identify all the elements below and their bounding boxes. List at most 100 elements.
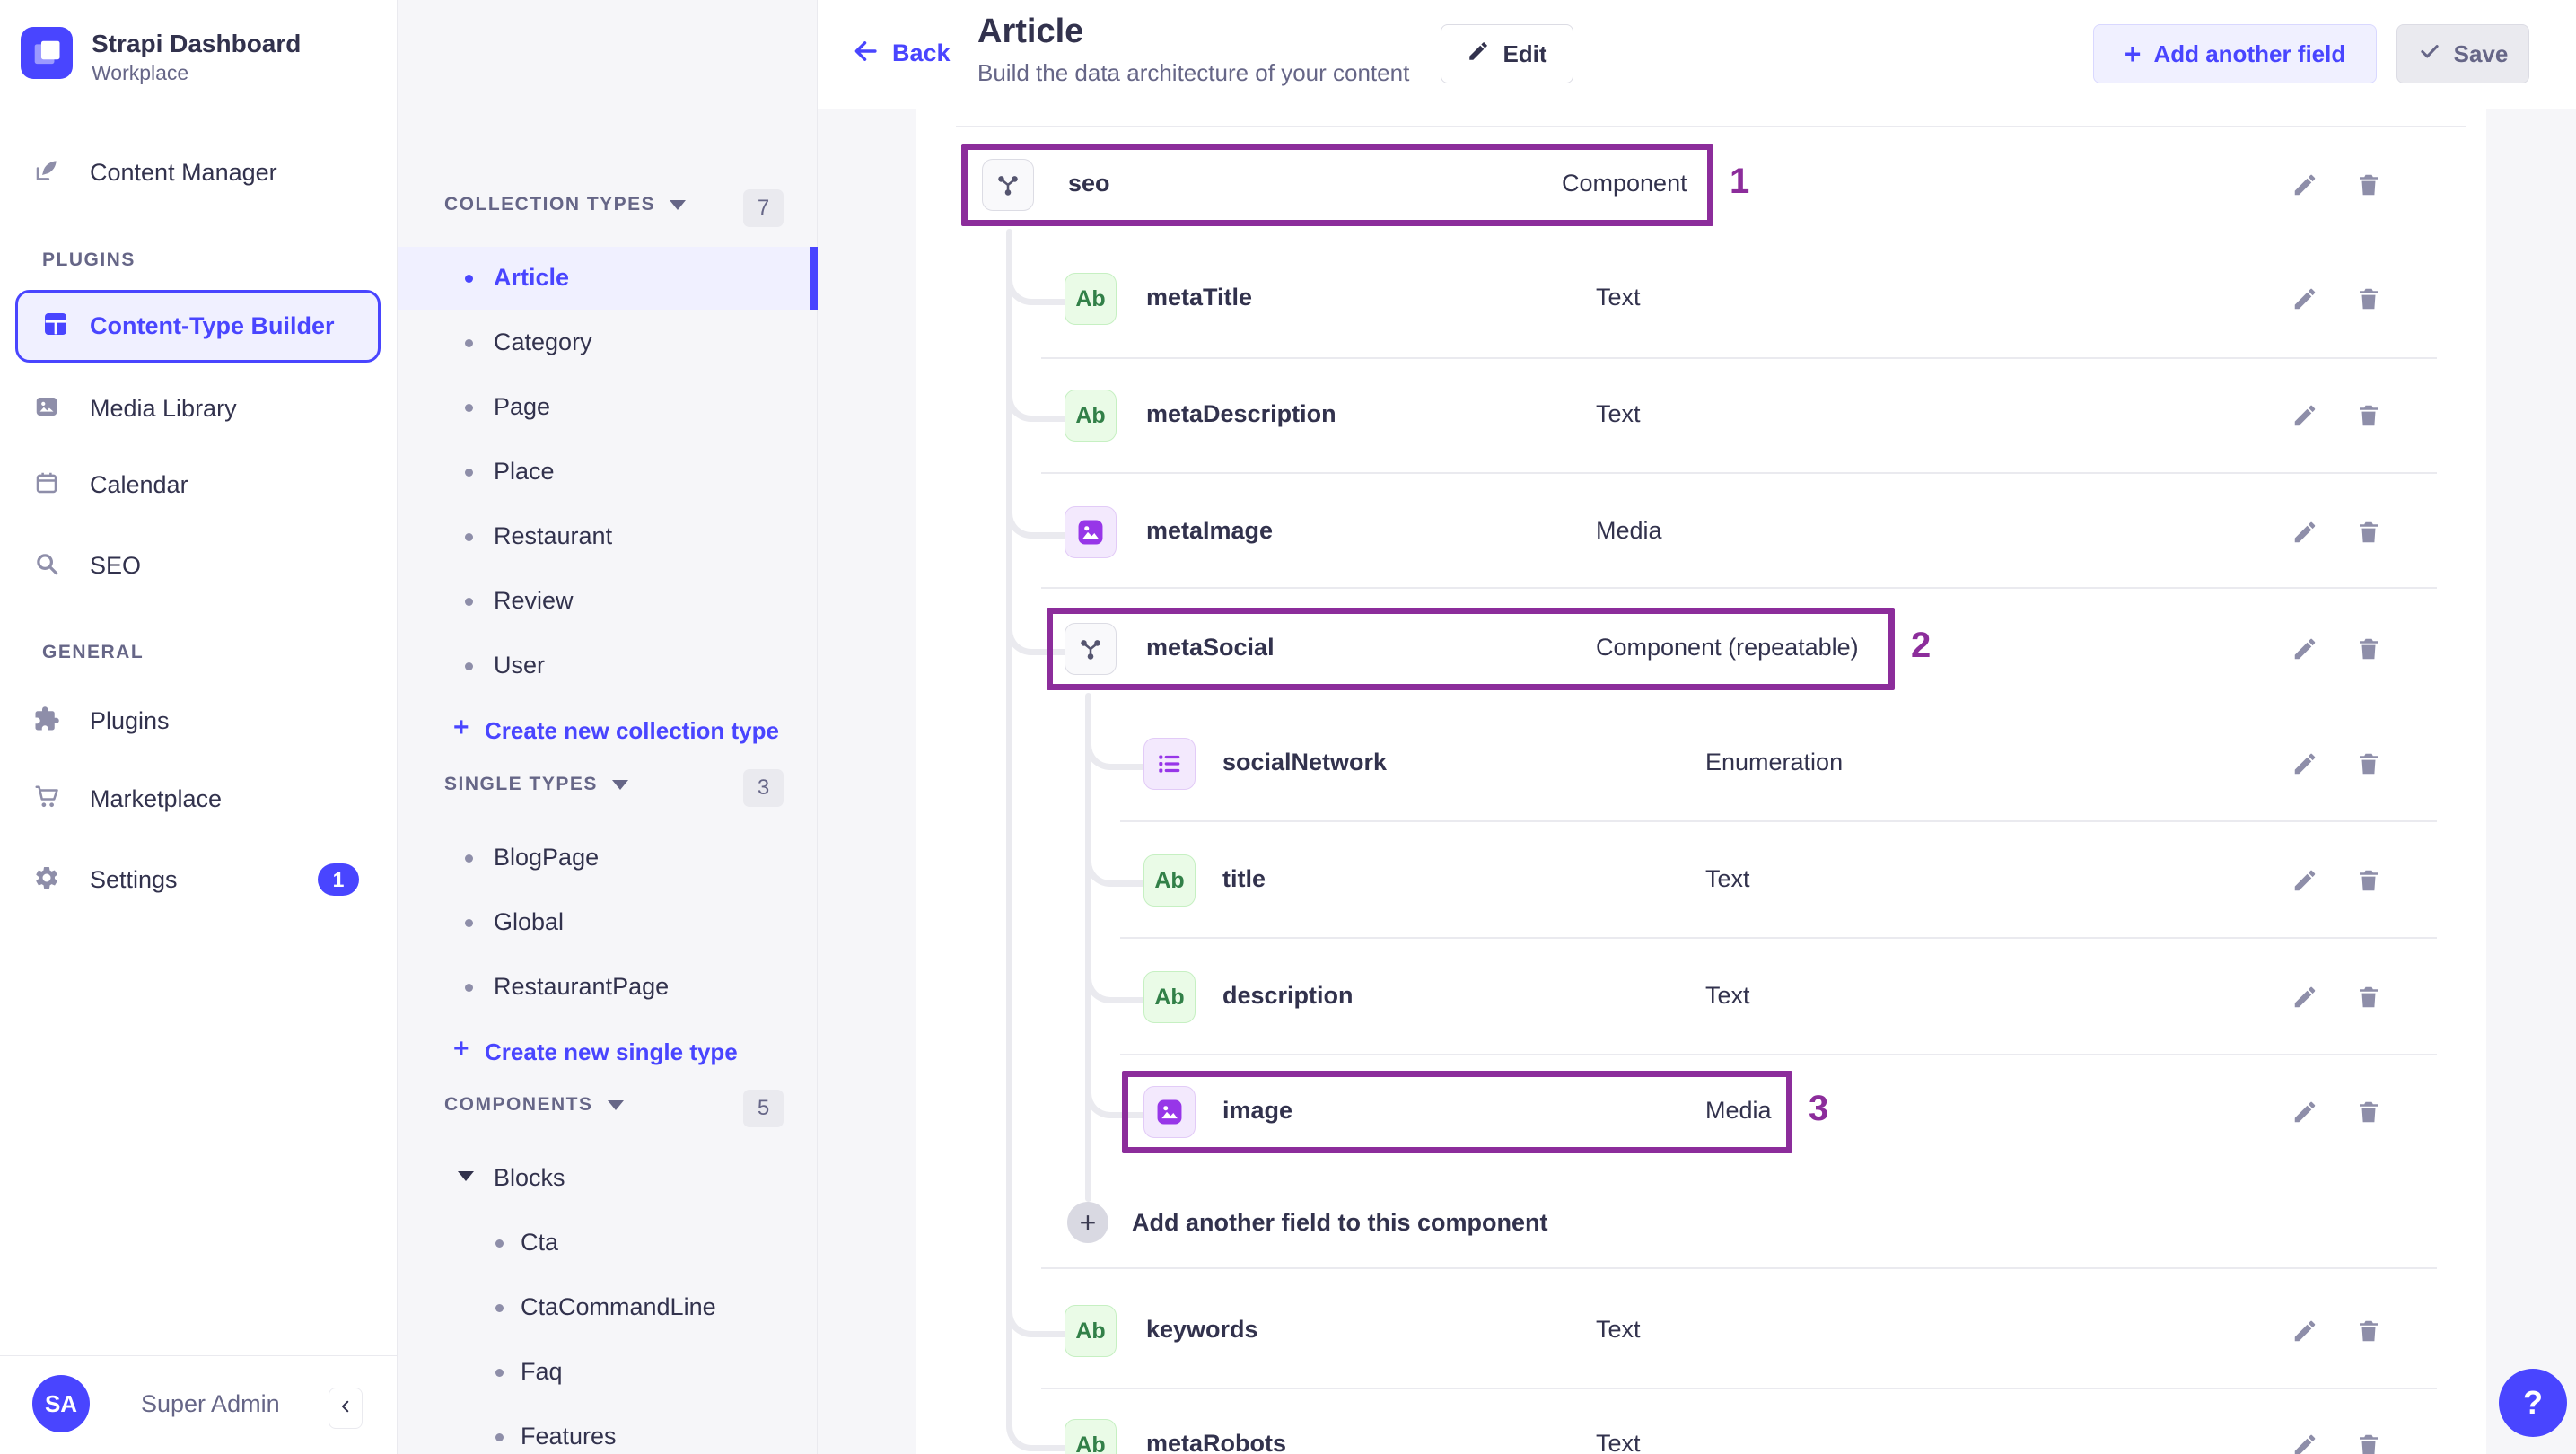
nav-item-article[interactable]: Article xyxy=(398,247,818,310)
nav-action-create-new-single-type[interactable]: + Create new single type xyxy=(398,1034,818,1070)
nav-item-restaurant[interactable]: Restaurant xyxy=(398,505,818,568)
chevron-down-icon xyxy=(611,779,628,790)
text-field-icon: Ab xyxy=(1065,1419,1117,1454)
nav-item-faq[interactable]: Faq xyxy=(398,1341,818,1404)
nav-item-user[interactable]: User xyxy=(398,635,818,697)
nav-item-cta[interactable]: Cta xyxy=(398,1212,818,1274)
text-field-icon: Ab xyxy=(1065,1305,1117,1357)
edit-field-button[interactable] xyxy=(2288,282,2322,316)
save-button[interactable]: Save xyxy=(2396,24,2529,83)
edit-button[interactable]: Edit xyxy=(1441,24,1573,83)
nav-item-label: RestaurantPage xyxy=(494,973,670,1000)
nav-section-header[interactable]: COMPONENTS xyxy=(444,1094,624,1116)
plus-icon: + xyxy=(2124,38,2142,70)
sidebar-item-settings[interactable]: Settings xyxy=(33,860,178,899)
sidebar-item-content-manager[interactable]: Content Manager xyxy=(33,153,277,192)
sidebar-item-media-library[interactable]: Media Library xyxy=(33,389,237,428)
nav-item-global[interactable]: Global xyxy=(398,891,818,954)
delete-field-button[interactable] xyxy=(2352,399,2386,433)
app-name: Strapi Dashboard xyxy=(92,30,302,57)
sidebar-item-content-type-builder[interactable]: Content-Type Builder xyxy=(15,290,381,363)
bullet-icon xyxy=(465,662,473,670)
row-divider xyxy=(1041,357,2437,359)
delete-field-button[interactable] xyxy=(2352,747,2386,781)
nav-item-category[interactable]: Category xyxy=(398,311,818,374)
sidebar-item-plugins[interactable]: Plugins xyxy=(33,701,170,740)
avatar[interactable]: SA xyxy=(32,1375,90,1432)
delete-field-button[interactable] xyxy=(2352,1428,2386,1454)
nav-item-label: Restaurant xyxy=(494,522,613,549)
back-link[interactable]: Back xyxy=(851,36,951,71)
delete-field-button[interactable] xyxy=(2352,1095,2386,1129)
nav-item-ctacommandline[interactable]: CtaCommandLine xyxy=(398,1276,818,1339)
edit-field-button[interactable] xyxy=(2288,747,2322,781)
field-type: Text xyxy=(1596,1316,1641,1343)
edit-field-button[interactable] xyxy=(2288,1095,2322,1129)
strapi-logo xyxy=(21,27,73,79)
delete-field-button[interactable] xyxy=(2352,168,2386,202)
help-button[interactable]: ? xyxy=(2499,1369,2567,1437)
gear-icon xyxy=(33,864,60,896)
field-name: description xyxy=(1222,982,1354,1009)
edit-field-button[interactable] xyxy=(2288,863,2322,898)
nav-item-restaurantpage[interactable]: RestaurantPage xyxy=(398,956,818,1019)
sidebar-item-marketplace[interactable]: Marketplace xyxy=(33,779,222,819)
nav-item-features[interactable]: Features xyxy=(398,1406,818,1454)
delete-field-button[interactable] xyxy=(2352,863,2386,898)
sidebar-bottom-divider xyxy=(0,1355,397,1356)
nav-item-label: BlogPage xyxy=(494,844,600,871)
edit-field-button[interactable] xyxy=(2288,399,2322,433)
tree-elbow xyxy=(1085,845,1143,887)
row-divider xyxy=(1120,820,2437,822)
add-another-field-button[interactable]: + Add another field xyxy=(2093,24,2377,83)
sidebar-item-calendar[interactable]: Calendar xyxy=(33,465,188,504)
nav-item-page[interactable]: Page xyxy=(398,376,818,439)
edit-field-button[interactable] xyxy=(2288,1428,2322,1454)
field-type: Text xyxy=(1596,1430,1641,1454)
sidebar-item-label: Content-Type Builder xyxy=(90,312,335,339)
delete-field-button[interactable] xyxy=(2352,980,2386,1014)
app-root: 1 seo Component Ab metaTitle Text Ab metaDescri… xyxy=(0,0,2576,1454)
field-name: metaSocial xyxy=(1146,634,1275,661)
sidebar-item-label: Content Manager xyxy=(90,158,277,186)
nav-group-blocks[interactable]: Blocks xyxy=(398,1147,818,1210)
delete-field-button[interactable] xyxy=(2352,1314,2386,1348)
nav-section-header[interactable]: SINGLE TYPES xyxy=(444,774,628,795)
edit-label: Edit xyxy=(1503,39,1547,67)
nav-item-label: Article xyxy=(494,264,570,291)
delete-field-button[interactable] xyxy=(2352,632,2386,666)
nav-item-review[interactable]: Review xyxy=(398,570,818,633)
bullet-icon xyxy=(465,339,473,347)
nav-item-blogpage[interactable]: BlogPage xyxy=(398,827,818,889)
delete-field-button[interactable] xyxy=(2352,282,2386,316)
bullet-icon xyxy=(495,1433,504,1441)
tree-elbow xyxy=(1006,380,1065,422)
sidebar-item-seo[interactable]: SEO xyxy=(33,546,141,585)
edit-field-button[interactable] xyxy=(2288,515,2322,549)
nav-item-label: Review xyxy=(494,587,574,614)
field-name: metaImage xyxy=(1146,517,1274,544)
chevron-down-icon xyxy=(458,1171,474,1181)
field-name: image xyxy=(1222,1097,1293,1124)
row-divider xyxy=(1120,937,2437,939)
edit-field-button[interactable] xyxy=(2288,980,2322,1014)
nav-item-place[interactable]: Place xyxy=(398,441,818,504)
field-name: seo xyxy=(1068,170,1110,197)
delete-field-button[interactable] xyxy=(2352,515,2386,549)
nav-action-create-new-collection-type[interactable]: + Create new collection type xyxy=(398,713,818,749)
add-component-field-button[interactable]: + xyxy=(1067,1202,1108,1243)
pencil-icon xyxy=(1467,39,1490,69)
bullet-icon xyxy=(465,854,473,863)
edit-field-button[interactable] xyxy=(2288,632,2322,666)
collapse-sidebar-button[interactable] xyxy=(329,1388,363,1429)
tree-elbow xyxy=(1006,263,1065,305)
bullet-icon xyxy=(465,275,473,283)
edit-field-button[interactable] xyxy=(2288,1314,2322,1348)
user-name: Super Admin xyxy=(141,1390,280,1417)
nav-section-header[interactable]: COLLECTION TYPES xyxy=(444,194,687,215)
edit-field-button[interactable] xyxy=(2288,168,2322,202)
cart-icon xyxy=(33,784,60,815)
grid-icon xyxy=(41,310,70,343)
main-sidebar: Strapi Dashboard Workplace Content Manag… xyxy=(0,0,398,1454)
annotation-number: 2 xyxy=(1911,626,1932,665)
